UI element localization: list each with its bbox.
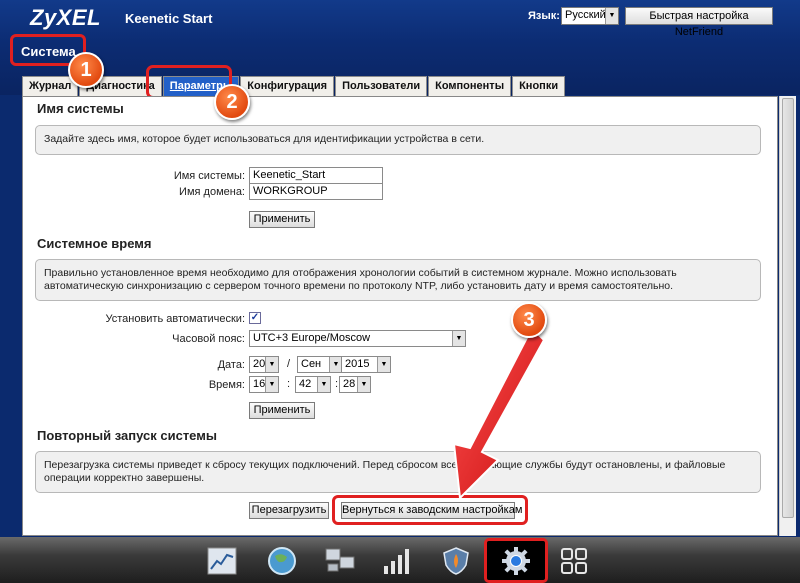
apply-time-button[interactable]: Применить: [249, 402, 315, 419]
date-day-select[interactable]: 20 ▼: [249, 356, 279, 373]
tab-users[interactable]: Пользователи: [335, 76, 428, 96]
apply-name-button[interactable]: Применить: [249, 211, 315, 228]
apps-grid-icon[interactable]: [558, 545, 590, 577]
chevron-down-icon: ▼: [605, 8, 618, 24]
domain-name-field[interactable]: WORKGROUP: [249, 183, 383, 200]
tab-configuration[interactable]: Конфигурация: [240, 76, 335, 96]
date-month-select[interactable]: Сен ▼: [297, 356, 343, 373]
signal-bars-icon[interactable]: [380, 545, 412, 577]
chevron-down-icon: ▼: [317, 377, 330, 392]
product-name: Keenetic Start: [125, 11, 213, 26]
reboot-info: Перезагрузка системы приведет к сбросу т…: [35, 451, 761, 493]
language-select[interactable]: Русский ▼: [561, 7, 619, 25]
tab-bar: Журнал Диагностика Параметры Конфигураци…: [22, 76, 566, 96]
reboot-button[interactable]: Перезагрузить: [249, 502, 329, 519]
content-panel: Имя системы Задайте здесь имя, которое б…: [22, 96, 778, 536]
chevron-down-icon: ▼: [357, 377, 370, 392]
auto-time-label: Установить автоматически:: [105, 313, 245, 325]
date-day-value: 20: [253, 358, 266, 370]
gear-icon[interactable]: [500, 545, 532, 577]
chevron-down-icon: ▼: [265, 377, 278, 392]
annotation-arrow: [452, 326, 546, 501]
chevron-down-icon: ▼: [377, 357, 390, 372]
netfriend-button[interactable]: Быстрая настройка NetFriend: [625, 7, 773, 38]
scrollbar-thumb[interactable]: [782, 98, 794, 518]
network-icon[interactable]: [324, 545, 356, 577]
step-badge-2: 2: [214, 84, 250, 120]
tab-components[interactable]: Компоненты: [428, 76, 512, 96]
shield-icon[interactable]: [440, 545, 472, 577]
language-label: Язык:: [528, 10, 560, 22]
system-name-title: Имя системы: [37, 101, 124, 116]
date-month-value: Сен: [301, 358, 322, 370]
date-year-value: 2015: [345, 358, 370, 370]
zyxel-logo: ZyXEL: [30, 5, 101, 30]
step-badge-1: 1: [68, 52, 104, 88]
time-separator: :: [335, 378, 339, 390]
globe-icon[interactable]: [266, 545, 298, 577]
arrow-shape: [452, 326, 546, 501]
timezone-select[interactable]: UTC+3 Europe/Moscow ▼: [249, 330, 466, 347]
time-separator: :: [287, 378, 291, 390]
domain-name-label: Имя домена:: [179, 186, 245, 198]
time-second-select[interactable]: 28 ▼: [339, 376, 371, 393]
time-second-value: 28: [343, 378, 356, 390]
reboot-title: Повторный запуск системы: [37, 428, 217, 443]
language-value: Русский: [565, 9, 606, 21]
system-name-field[interactable]: Keenetic_Start: [249, 167, 383, 184]
time-hour-select[interactable]: 16 ▼: [249, 376, 279, 393]
step-badge-3: 3: [511, 302, 547, 338]
date-label: Дата:: [217, 359, 245, 371]
auto-time-checkbox[interactable]: ✓: [249, 312, 261, 324]
time-hour-value: 16: [253, 378, 266, 390]
tab-buttons[interactable]: Кнопки: [512, 76, 566, 96]
date-year-select[interactable]: 2015 ▼: [341, 356, 391, 373]
scrollbar[interactable]: [779, 96, 796, 536]
time-minute-value: 42: [299, 378, 312, 390]
system-name-label: Имя системы:: [173, 170, 245, 182]
chart-icon[interactable]: [206, 545, 238, 577]
system-time-info: Правильно установленное время необходимо…: [35, 259, 761, 301]
chevron-down-icon: ▼: [265, 357, 278, 372]
date-separator: /: [287, 358, 291, 370]
time-label: Время:: [208, 379, 245, 391]
system-time-title: Системное время: [37, 236, 152, 251]
timezone-label: Часовой пояс:: [172, 333, 245, 345]
time-minute-select[interactable]: 42 ▼: [295, 376, 331, 393]
system-name-info: Задайте здесь имя, которое будет использ…: [35, 125, 761, 155]
timezone-value: UTC+3 Europe/Moscow: [253, 332, 371, 344]
